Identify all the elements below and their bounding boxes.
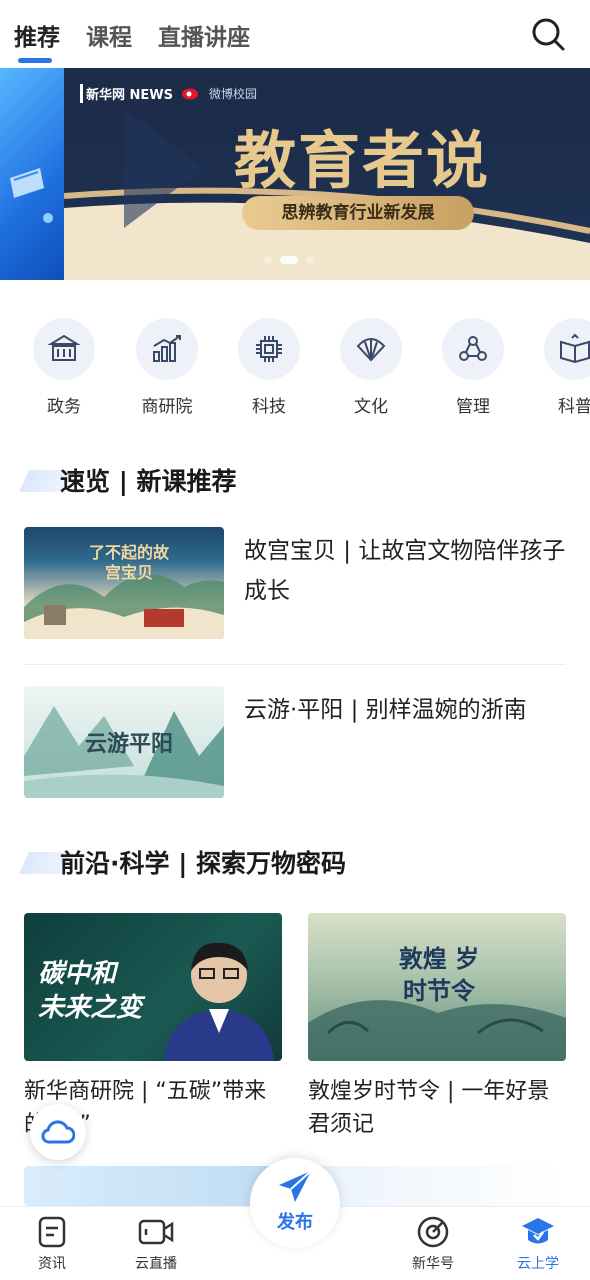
search-icon[interactable]	[530, 16, 566, 52]
weibo-campus-logo: 微博校园	[209, 87, 258, 101]
category-technology[interactable]: 科技	[229, 318, 309, 417]
publish-button[interactable]: 发布	[250, 1158, 340, 1248]
course-thumbnail: 了不起的故宫宝贝	[24, 527, 224, 639]
carousel-dot-active	[280, 256, 298, 264]
document-icon	[12, 1215, 92, 1249]
cloud-icon[interactable]	[30, 1104, 86, 1160]
chip-icon	[238, 318, 300, 380]
nav-label: 资讯	[38, 1256, 66, 1272]
nav-xinhua-account[interactable]: 新华号	[393, 1215, 473, 1273]
open-book-icon	[544, 318, 590, 380]
banner-carousel[interactable]: 新华网 NEWS 微博校园 教育者说 思辨教育行业新发展	[0, 68, 590, 280]
tab-live-lectures[interactable]: 直播讲座	[158, 18, 250, 52]
banner-subtitle: 思辨教育行业新发展	[242, 196, 474, 230]
active-tab-indicator	[18, 58, 52, 63]
top-tab-bar: 推荐 课程 直播讲座	[0, 0, 590, 68]
people-network-icon	[442, 318, 504, 380]
previous-slide-preview	[0, 68, 64, 280]
tab-courses[interactable]: 课程	[86, 18, 132, 52]
target-icon	[393, 1215, 473, 1249]
course-thumbnail: 云游平阳	[24, 686, 224, 798]
carousel-indicator	[264, 256, 314, 264]
nav-label: 新华号	[412, 1256, 454, 1272]
section-title: 速览 | 新课推荐	[60, 467, 237, 496]
carousel-dot	[306, 256, 314, 264]
card-thumbnail-text: 碳中和 未来之变	[38, 959, 143, 1023]
banner-title: 教育者说	[234, 124, 491, 197]
category-culture[interactable]: 文化	[331, 318, 411, 417]
nav-label: 云直播	[135, 1256, 177, 1272]
course-card[interactable]: 敦煌 岁时节令 敦煌岁时节令 | 一年好景君须记	[308, 913, 566, 1141]
category-label: 科技	[252, 397, 286, 417]
nav-cloud-learning[interactable]: 云上学	[498, 1215, 578, 1273]
category-government[interactable]: 政务	[24, 318, 104, 417]
video-icon	[116, 1215, 196, 1249]
category-label: 文化	[354, 397, 388, 417]
category-row: 政务 商研院 科技 文化 管理 科普	[0, 318, 590, 428]
card-thumbnail-text: 敦煌 岁时节令	[398, 944, 480, 1005]
carousel-dot	[264, 256, 272, 264]
course-title: 云游·平阳 | 别样温婉的浙南	[244, 697, 527, 723]
banner-partner-logos: 新华网 NEWS 微博校园	[80, 84, 257, 103]
graduation-cap-icon	[498, 1215, 578, 1249]
weibo-icon	[181, 84, 201, 103]
course-item[interactable]: 了不起的故宫宝贝 故宫宝贝 | 让故宫文物陪伴孩子成长	[24, 527, 566, 639]
nav-cloud-live[interactable]: 云直播	[116, 1215, 196, 1273]
course-thumbnail-text: 了不起的故宫宝贝	[88, 543, 169, 582]
section-title: 前沿·科学 | 探索万物密码	[60, 849, 347, 878]
course-item[interactable]: 云游平阳 云游·平阳 | 别样温婉的浙南	[24, 686, 566, 798]
category-label: 管理	[456, 397, 490, 417]
card-thumbnail-partial[interactable]	[308, 1166, 566, 1206]
publish-label: 发布	[277, 1212, 313, 1233]
card-thumbnail-partial[interactable]	[24, 1166, 282, 1206]
category-label: 商研院	[141, 397, 193, 417]
course-title: 故宫宝贝 | 让故宫文物陪伴孩子成长	[244, 538, 566, 604]
category-label: 政务	[47, 397, 81, 417]
card-thumbnail: 敦煌 岁时节令	[308, 913, 566, 1061]
send-icon	[275, 1168, 315, 1210]
card-title: 敦煌岁时节令 | 一年好景君须记	[308, 1079, 550, 1137]
category-business-institute[interactable]: 商研院	[127, 318, 207, 417]
category-management[interactable]: 管理	[433, 318, 513, 417]
category-label: 科普	[558, 397, 590, 417]
fan-icon	[340, 318, 402, 380]
card-thumbnail: 碳中和 未来之变	[24, 913, 282, 1061]
xinhua-logo: 新华网 NEWS	[80, 84, 173, 103]
bar-chart-icon	[136, 318, 198, 380]
course-thumbnail-text: 云游平阳	[84, 731, 173, 757]
nav-label: 云上学	[517, 1256, 559, 1272]
category-popular-science[interactable]: 科普	[535, 318, 590, 417]
nav-news[interactable]: 资讯	[12, 1215, 92, 1273]
tab-recommend[interactable]: 推荐	[14, 18, 60, 52]
government-building-icon	[33, 318, 95, 380]
list-divider	[24, 664, 566, 665]
